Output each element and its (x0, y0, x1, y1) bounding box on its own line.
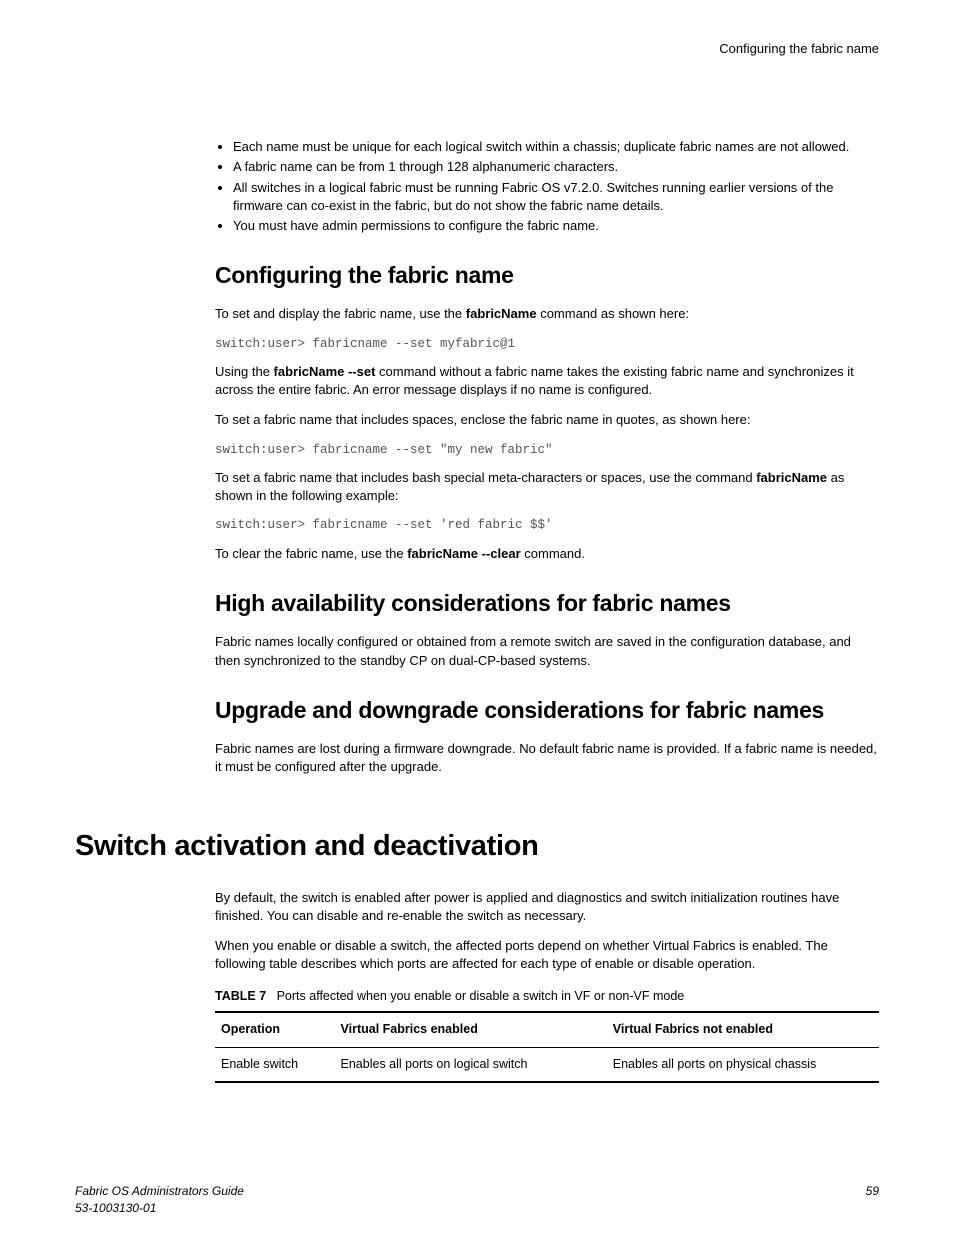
text: command as shown here: (537, 306, 689, 321)
section-heading: High availability considerations for fab… (215, 587, 879, 619)
table-cell: Enable switch (215, 1047, 335, 1082)
paragraph: To set a fabric name that includes space… (215, 411, 879, 429)
main-content: Each name must be unique for each logica… (215, 138, 879, 776)
intro-bullets: Each name must be unique for each logica… (215, 138, 879, 235)
command-name: fabricName --set (274, 364, 376, 379)
ports-table: Operation Virtual Fabrics enabled Virtua… (215, 1011, 879, 1083)
text: To set and display the fabric name, use … (215, 306, 466, 321)
list-item: All switches in a logical fabric must be… (233, 179, 879, 215)
table-label: TABLE 7 (215, 989, 266, 1003)
section-heading: Upgrade and downgrade considerations for… (215, 694, 879, 726)
section-heading: Configuring the fabric name (215, 259, 879, 291)
table-row: Enable switch Enables all ports on logic… (215, 1047, 879, 1082)
paragraph: Fabric names locally configured or obtai… (215, 633, 879, 669)
code-block: switch:user> fabricname --set 'red fabri… (215, 517, 879, 535)
running-header: Configuring the fabric name (75, 40, 879, 58)
command-name: fabricName (756, 470, 827, 485)
text: Using the (215, 364, 274, 379)
paragraph: By default, the switch is enabled after … (215, 889, 879, 925)
table-caption-text: Ports affected when you enable or disabl… (277, 989, 685, 1003)
list-item: You must have admin permissions to confi… (233, 217, 879, 235)
text: To set a fabric name that includes bash … (215, 470, 756, 485)
table-caption: TABLE 7 Ports affected when you enable o… (215, 988, 879, 1006)
paragraph: When you enable or disable a switch, the… (215, 937, 879, 973)
text: To clear the fabric name, use the (215, 546, 407, 561)
page-number: 59 (866, 1183, 879, 1217)
paragraph: To set and display the fabric name, use … (215, 305, 879, 323)
paragraph: To clear the fabric name, use the fabric… (215, 545, 879, 563)
column-header: Virtual Fabrics not enabled (607, 1012, 879, 1047)
paragraph: To set a fabric name that includes bash … (215, 469, 879, 505)
text: command. (521, 546, 585, 561)
page-footer: Fabric OS Administrators Guide 53-100313… (75, 1183, 879, 1217)
table-cell: Enables all ports on logical switch (335, 1047, 607, 1082)
table-cell: Enables all ports on physical chassis (607, 1047, 879, 1082)
column-header: Operation (215, 1012, 335, 1047)
paragraph: Using the fabricName --set command witho… (215, 363, 879, 399)
list-item: Each name must be unique for each logica… (233, 138, 879, 156)
code-block: switch:user> fabricname --set "my new fa… (215, 442, 879, 460)
list-item: A fabric name can be from 1 through 128 … (233, 158, 879, 176)
code-block: switch:user> fabricname --set myfabric@1 (215, 336, 879, 354)
paragraph: Fabric names are lost during a firmware … (215, 740, 879, 776)
column-header: Virtual Fabrics enabled (335, 1012, 607, 1047)
main-content-2: By default, the switch is enabled after … (215, 889, 879, 1083)
command-name: fabricName (466, 306, 537, 321)
footer-title: Fabric OS Administrators Guide (75, 1183, 244, 1200)
section-heading: Switch activation and deactivation (75, 826, 879, 867)
table-header-row: Operation Virtual Fabrics enabled Virtua… (215, 1012, 879, 1047)
footer-docnum: 53-1003130-01 (75, 1200, 244, 1217)
command-name: fabricName --clear (407, 546, 520, 561)
